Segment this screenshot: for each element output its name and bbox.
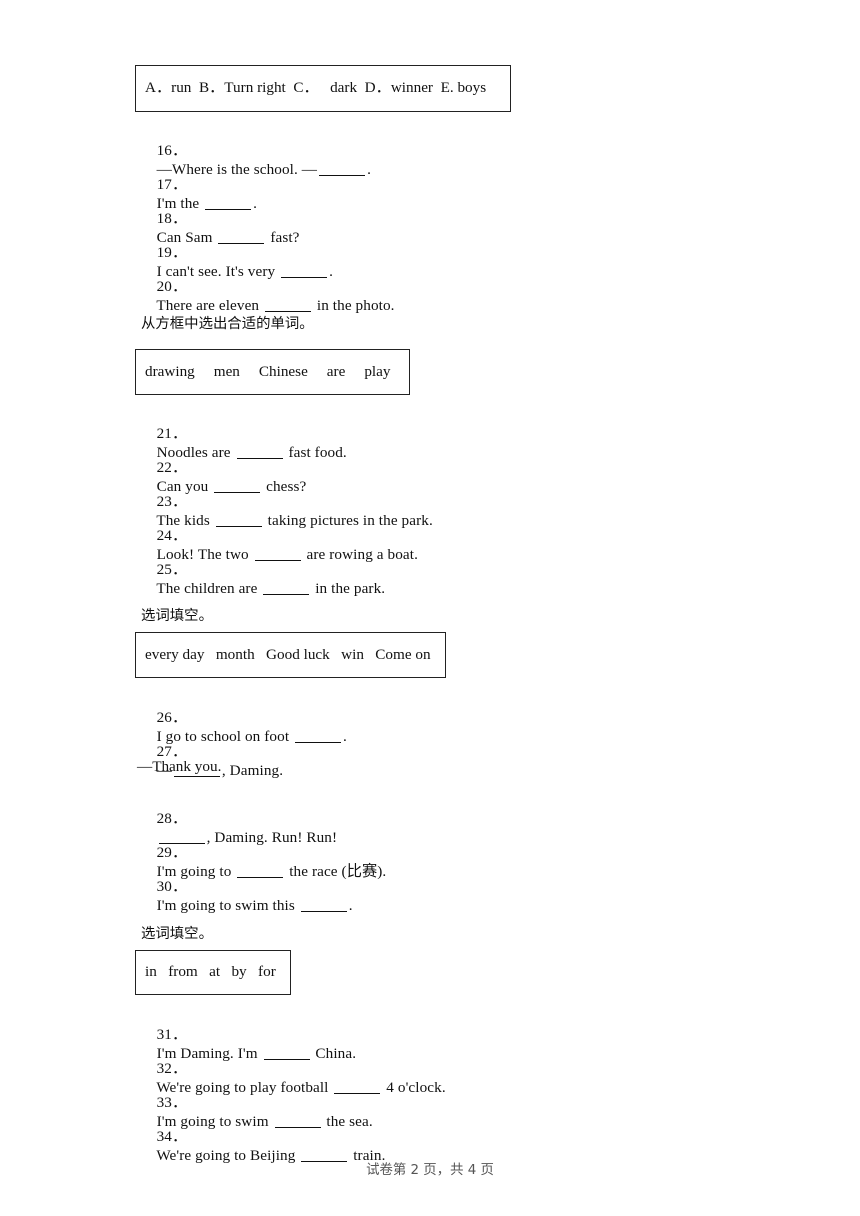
question-20-number: 20．: [156, 278, 188, 295]
word-bank-box-3: every day month Good luck win Come on: [135, 632, 446, 678]
word-bank-box-4: in from at by for: [135, 950, 291, 995]
question-34-number: 34．: [156, 1128, 188, 1145]
question-25-text-after: in the park.: [311, 580, 386, 597]
question-16-blank[interactable]: [319, 160, 366, 176]
question-27-text-after: , Daming.: [221, 762, 284, 779]
word-bank-text-1: A．run B．Turn right C． dark D．winner E. b…: [145, 79, 487, 97]
question-26-blank[interactable]: [295, 727, 342, 743]
word-bank-box-1: A．run B．Turn right C． dark D．winner E. b…: [135, 65, 511, 112]
word-bank-text-4: in from at by for: [145, 963, 276, 981]
section-instruction-2: 从方框中选出合适的单词。: [141, 316, 314, 332]
question-30: 30． I'm going to swim this .: [141, 858, 353, 934]
question-27-continuation: —Thank you.: [137, 758, 222, 775]
question-20-blank[interactable]: [265, 296, 311, 312]
question-20-text-before: There are eleven: [156, 297, 263, 314]
question-16-text-after: .: [367, 161, 371, 178]
question-25-text-before: The children are: [156, 580, 262, 597]
word-bank-text-3: every day month Good luck win Come on: [145, 645, 431, 663]
question-20-text-after: in the photo.: [313, 297, 395, 314]
question-25: 25． The children are in the park.: [141, 541, 385, 617]
word-bank-text-2: drawing men Chinese are play: [145, 362, 391, 380]
question-30-text-before: I'm going to swim this: [156, 897, 299, 914]
question-32-text-after: 4 o'clock.: [382, 1079, 446, 1096]
question-30-text-after: .: [348, 897, 353, 914]
question-25-blank[interactable]: [263, 579, 310, 595]
exam-page: A．run B．Turn right C． dark D．winner E. b…: [0, 0, 860, 1216]
page-footer: 试卷第 2 页，共 4 页: [366, 1163, 494, 1178]
question-30-number: 30．: [156, 878, 188, 895]
question-25-number: 25．: [156, 561, 188, 578]
section-instruction-3: 选词填空。: [141, 608, 213, 624]
section-instruction-4: 选词填空。: [141, 926, 213, 942]
question-30-blank[interactable]: [300, 896, 347, 912]
word-bank-box-2: drawing men Chinese are play: [135, 349, 410, 395]
question-26-text-after: .: [343, 728, 347, 745]
